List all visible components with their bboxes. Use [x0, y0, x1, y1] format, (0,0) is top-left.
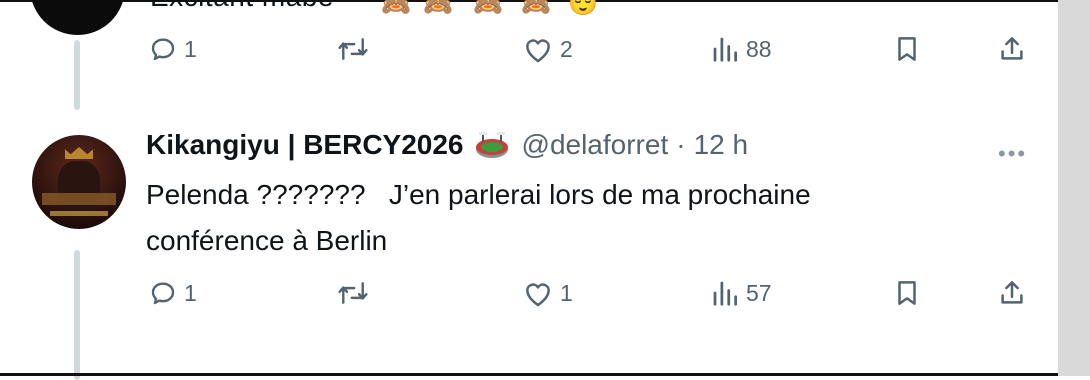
- share-button[interactable]: [997, 278, 1027, 308]
- views-icon: [713, 281, 737, 306]
- tweet-text: Pelenda ??????? J’en parlerai lors de ma…: [146, 172, 1006, 264]
- retweet-icon: [338, 282, 368, 304]
- avatar-banner-stripe: [50, 211, 108, 216]
- like-button[interactable]: 2: [522, 34, 573, 64]
- reply-count: 1: [184, 279, 197, 306]
- relieved-emoji: 😌: [568, 0, 598, 17]
- share-icon: [1001, 281, 1023, 304]
- right-edge-panel: [1058, 0, 1090, 376]
- bookmark-button[interactable]: [892, 278, 922, 308]
- share-icon: [1001, 37, 1023, 60]
- monkey-emoji-3: 🙈: [473, 0, 503, 17]
- tweet-action-bar: 1 1 57: [0, 276, 1058, 316]
- tweet-text-line-1: Pelenda ??????? J’en parlerai lors de ma…: [146, 179, 811, 210]
- stadium-emoji-icon: [474, 130, 510, 160]
- monkey-emoji-2: 🙈: [423, 0, 453, 17]
- reply-icon: [151, 282, 175, 305]
- like-button[interactable]: 1: [522, 278, 573, 308]
- reply-count: 1: [184, 35, 197, 62]
- reply-icon: [151, 38, 175, 61]
- view-count: 88: [746, 35, 772, 62]
- retweet-button[interactable]: [336, 278, 370, 308]
- timestamp[interactable]: 12 h: [694, 129, 749, 161]
- bookmark-icon: [898, 37, 916, 61]
- previous-tweet-avatar[interactable]: [30, 0, 125, 35]
- views-icon: [713, 37, 737, 62]
- reply-button[interactable]: 1: [148, 278, 197, 308]
- like-count: 1: [560, 279, 573, 306]
- previous-tweet-text: Excitant mabe: [150, 0, 334, 13]
- heart-icon: [526, 283, 550, 307]
- heart-icon: [526, 39, 550, 63]
- monkey-emoji-1: 🙈: [381, 0, 411, 17]
- separator-dot: ·: [676, 129, 686, 160]
- avatar-crown-graphic: [65, 147, 93, 159]
- retweet-button[interactable]: [336, 34, 370, 64]
- retweet-icon: [338, 38, 368, 60]
- view-count: 57: [746, 279, 772, 306]
- bookmark-button[interactable]: [892, 34, 922, 64]
- views-button[interactable]: 88: [710, 34, 772, 64]
- tweet-text-line-2: conférence à Berlin: [146, 225, 388, 256]
- user-handle[interactable]: @delaforret: [522, 129, 669, 161]
- avatar-banner-graphic: [42, 193, 116, 205]
- like-count: 2: [560, 35, 573, 62]
- more-options-icon[interactable]: •••: [998, 141, 1027, 167]
- reply-button[interactable]: 1: [148, 34, 197, 64]
- display-name[interactable]: Kikangiyu | BERCY2026: [146, 129, 464, 161]
- views-button[interactable]: 57: [710, 278, 772, 308]
- bookmark-icon: [898, 281, 916, 305]
- share-button[interactable]: [997, 34, 1027, 64]
- tweet-header: Kikangiyu | BERCY2026 @delaforret · 12 h: [146, 129, 748, 161]
- previous-tweet-action-bar: 1 2 88: [0, 32, 1058, 72]
- user-avatar[interactable]: [32, 135, 126, 229]
- monkey-emoji-4: 🙈: [521, 0, 551, 17]
